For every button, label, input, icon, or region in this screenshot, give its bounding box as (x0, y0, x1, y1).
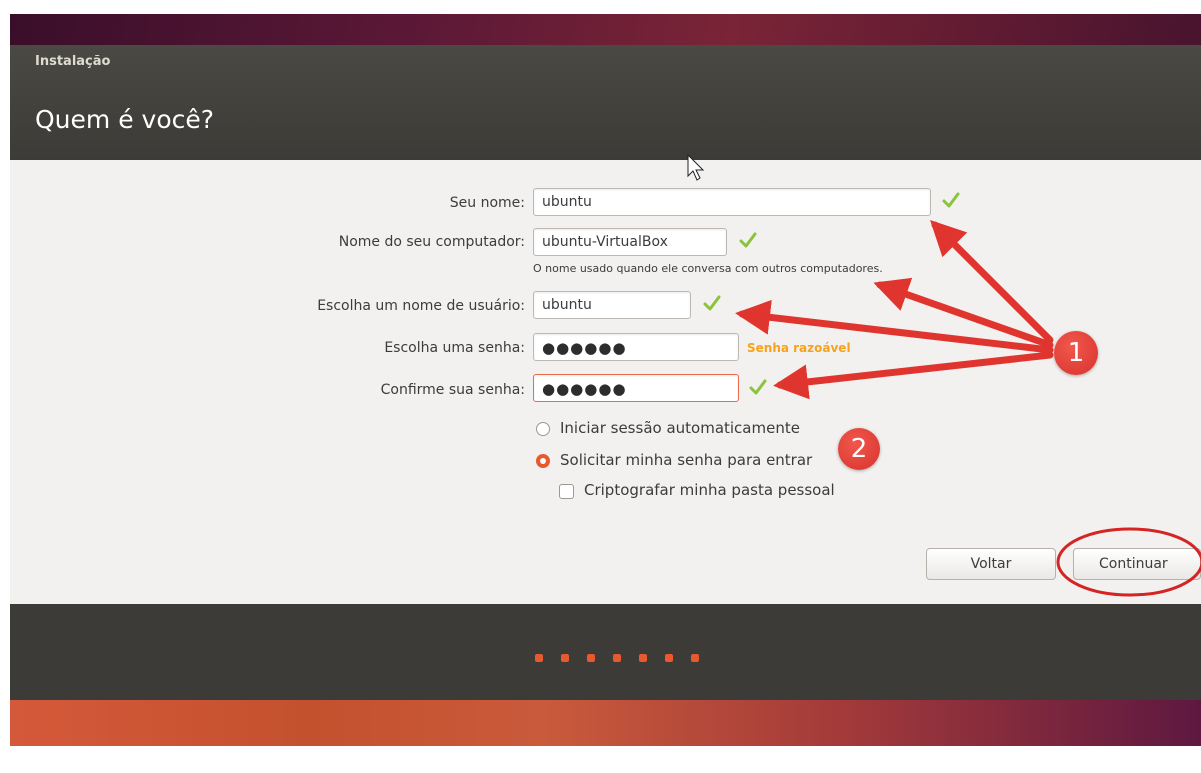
annotation-badge-2: 2 (838, 428, 880, 470)
progress-dot (665, 654, 673, 662)
encrypt-home-checkbox[interactable] (559, 484, 574, 499)
progress-footer (10, 604, 1201, 700)
computer-name-field[interactable]: ubuntu-VirtualBox (533, 228, 727, 256)
password-label: Escolha uma senha: (384, 340, 525, 356)
username-label: Escolha um nome de usuário: (317, 298, 525, 314)
form-area: Seu nome: ubuntu Nome do seu computador:… (10, 160, 1201, 604)
encrypt-home-label[interactable]: Criptografar minha pasta pessoal (584, 481, 835, 499)
password-field[interactable]: ●●●●●● (533, 333, 739, 361)
auto-login-radio[interactable] (536, 422, 550, 436)
title-bar: Instalação Quem é você? (10, 45, 1201, 160)
progress-dot (535, 654, 543, 662)
check-icon (749, 379, 767, 395)
installer-window: Instalação Quem é você? Seu nome: ubuntu… (10, 45, 1201, 700)
auto-login-label[interactable]: Iniciar sessão automaticamente (560, 419, 800, 437)
page-title: Quem é você? (35, 105, 215, 134)
progress-dot (587, 654, 595, 662)
computer-name-label: Nome do seu computador: (338, 234, 525, 250)
password-strength: Senha razoável (747, 341, 851, 355)
name-field[interactable]: ubuntu (533, 188, 931, 216)
name-label: Seu nome: (449, 195, 525, 211)
progress-dot (613, 654, 621, 662)
require-password-label[interactable]: Solicitar minha senha para entrar (560, 451, 812, 469)
desktop-wallpaper-strip (10, 700, 1201, 746)
annotation-badge-1: 1 (1054, 331, 1098, 375)
computer-name-hint: O nome usado quando ele conversa com out… (533, 262, 883, 275)
username-field[interactable]: ubuntu (533, 291, 691, 319)
check-icon (739, 232, 757, 248)
progress-dot (691, 654, 699, 662)
check-icon (703, 295, 721, 311)
require-password-radio[interactable] (536, 454, 550, 468)
progress-dot (639, 654, 647, 662)
back-button[interactable]: Voltar (926, 548, 1056, 580)
confirm-password-label: Confirme sua senha: (380, 382, 525, 398)
window-title: Instalação (35, 54, 111, 69)
confirm-password-field[interactable]: ●●●●●● (533, 374, 739, 402)
continue-button[interactable]: Continuar (1073, 548, 1201, 580)
check-icon (942, 192, 960, 208)
progress-dot (561, 654, 569, 662)
